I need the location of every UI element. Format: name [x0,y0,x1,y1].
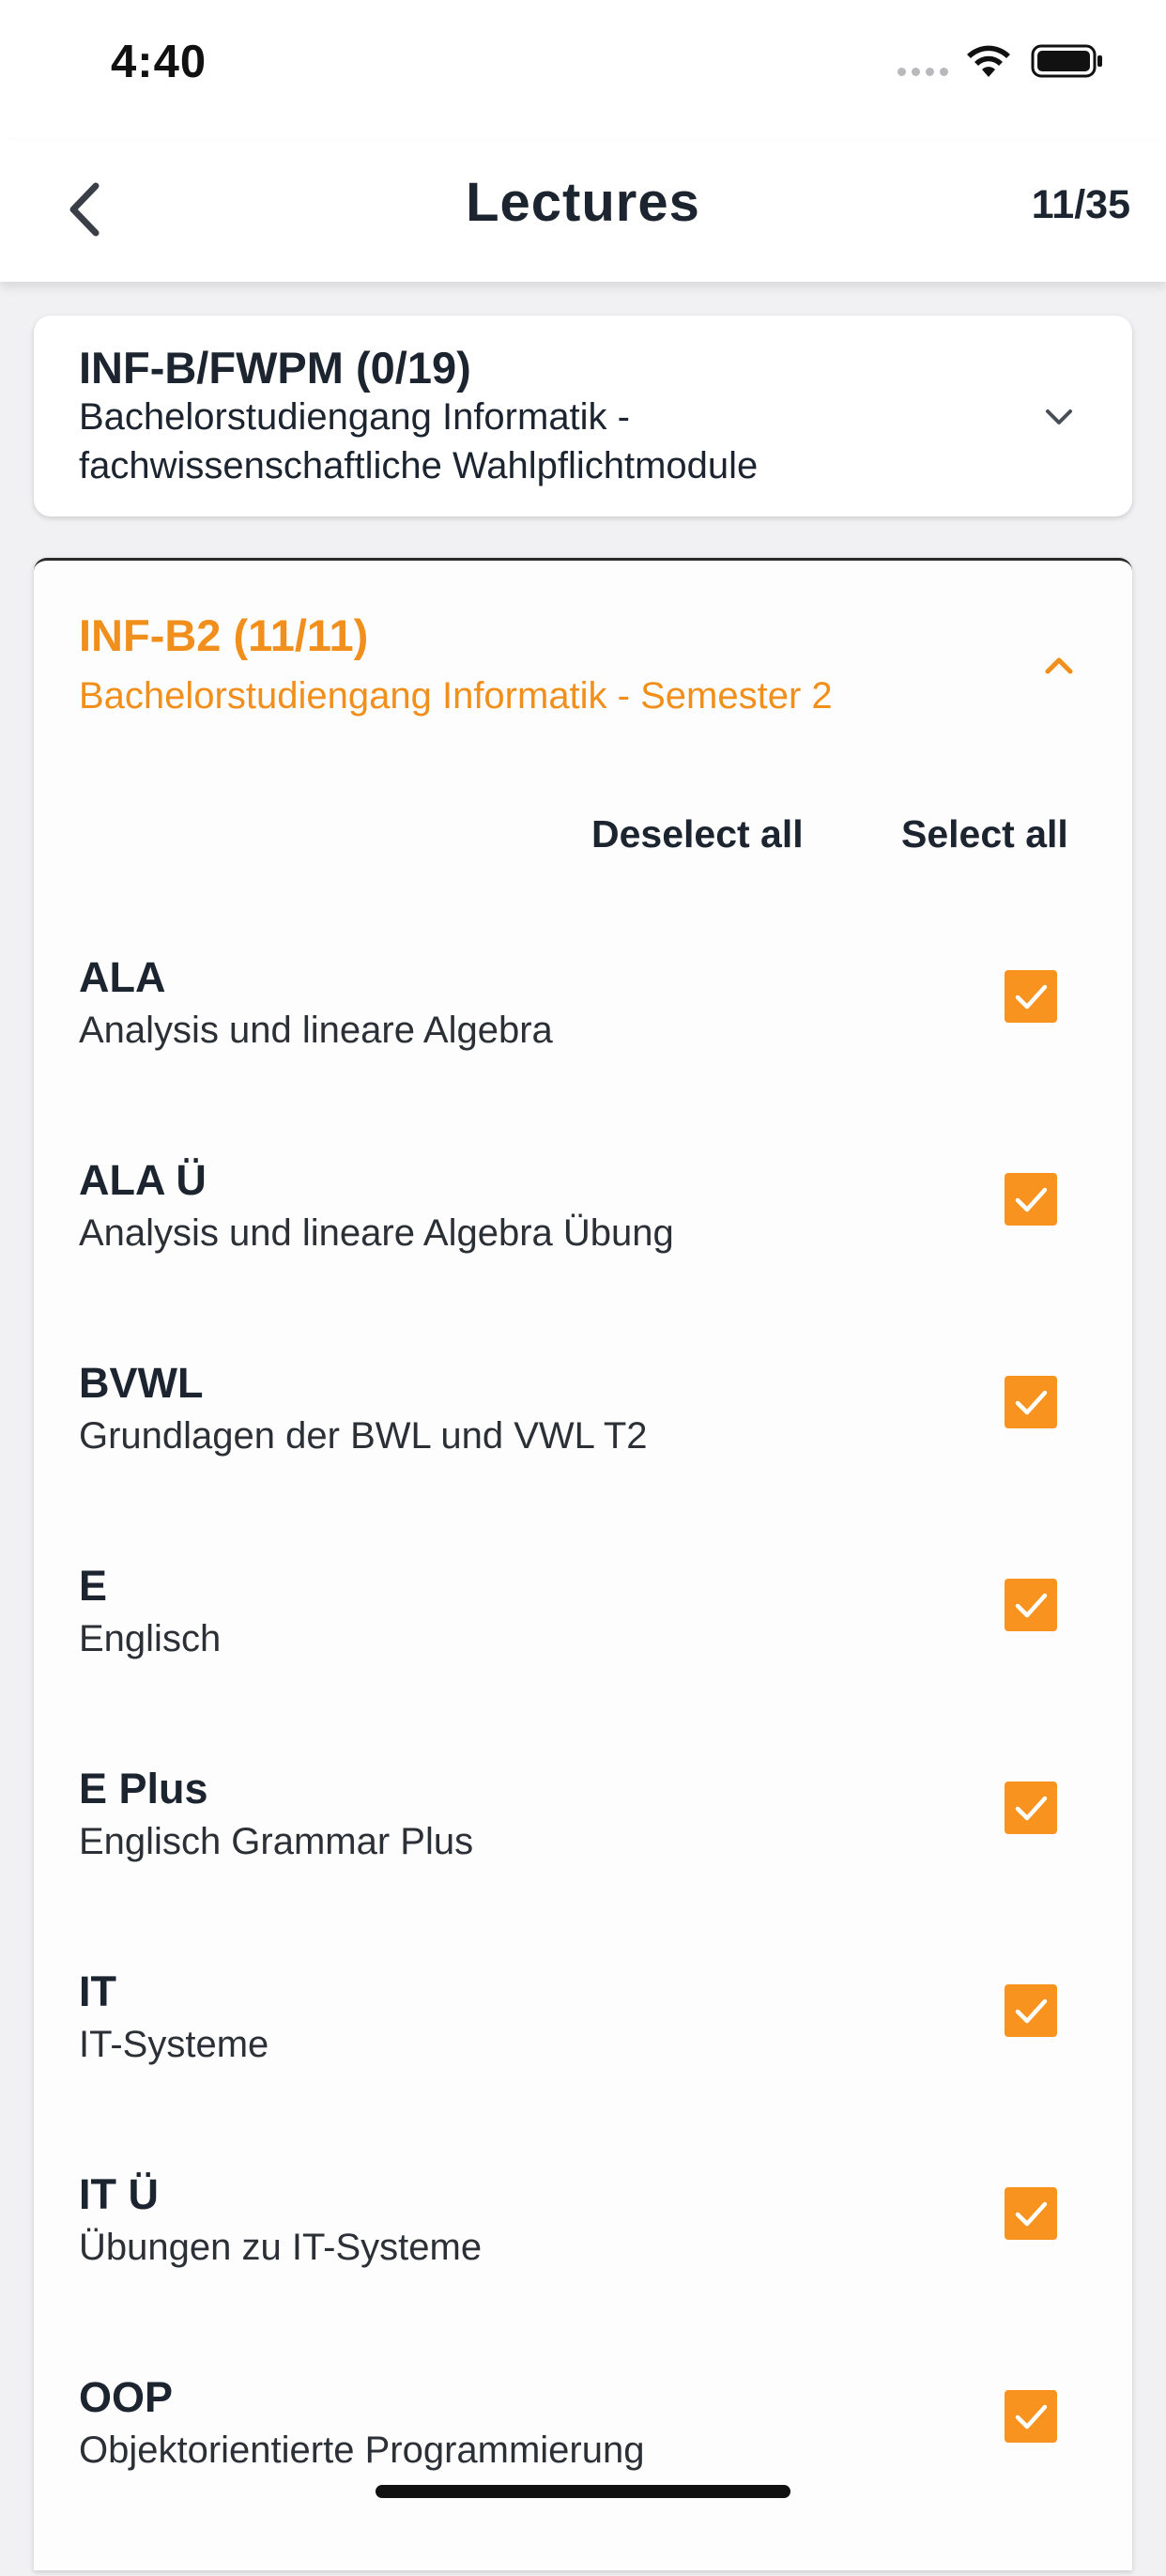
lecture-checkbox[interactable] [1005,970,1057,1023]
checkmark-icon [1015,1998,1048,2024]
battery-icon [1031,44,1102,78]
group-title[interactable]: INF-B2 (11/11) [79,609,368,661]
checkmark-icon [1015,1796,1048,1821]
wifi-icon [967,45,1010,77]
checkmark-icon [1015,1593,1048,1618]
lecture-checkbox[interactable] [1005,1376,1057,1428]
checkmark-icon [1015,1390,1048,1415]
lecture-row[interactable]: IT IT-Systeme [34,1967,1132,2170]
status-time: 4:40 [111,37,207,87]
lecture-code: BVWL [79,1359,204,1407]
lecture-row[interactable]: BVWL Grundlagen der BWL und VWL T2 [34,1359,1132,1562]
group-card-inf-b2: INF-B2 (11/11) Bachelorstudiengang Infor… [34,558,1132,2570]
group-title: INF-B/FWPM (0/19) [79,343,471,393]
lecture-name: Übungen zu IT-Systeme [79,2227,483,2268]
lecture-code: IT [79,1967,116,2015]
lecture-name: Grundlagen der BWL und VWL T2 [79,1415,648,1457]
lecture-row[interactable]: IT Ü Übungen zu IT-Systeme [34,2170,1132,2373]
checkmark-icon [1015,2201,1048,2227]
lecture-row[interactable]: ALA Analysis und lineare Algebra [34,953,1132,1156]
checkmark-icon [1015,2404,1048,2429]
selection-counter: 11/35 [1031,182,1130,227]
lecture-row[interactable]: ALA Ü Analysis und lineare Algebra Übung [34,1156,1132,1359]
lecture-code: E [79,1562,108,1610]
lecture-code: IT Ü [79,2170,159,2218]
page-title: Lectures [466,172,700,233]
lecture-code: ALA Ü [79,1156,207,1204]
chevron-down-icon[interactable] [1031,389,1087,445]
lecture-code: E Plus [79,1765,208,1812]
deselect-all-button[interactable]: Deselect all [591,812,804,856]
lecture-name: Analysis und lineare Algebra [79,1010,553,1051]
lecture-code: ALA [79,953,166,1001]
lecture-row[interactable]: E Plus Englisch Grammar Plus [34,1765,1132,1967]
select-all-button[interactable]: Select all [901,812,1068,856]
lecture-name: Analysis und lineare Algebra Übung [79,1212,674,1254]
chevron-up-icon[interactable] [1031,638,1087,694]
lecture-checkbox[interactable] [1005,1984,1057,2037]
group-card-inf-b-fwpm[interactable]: INF-B/FWPM (0/19) Bachelorstudiengang In… [34,316,1132,517]
lecture-name: Objektorientierte Programmierung [79,2429,645,2471]
navigation-bar: Lectures 11/35 [0,141,1166,282]
checkmark-icon [1015,984,1048,1010]
group-description: Bachelorstudiengang Informatik - fachwis… [79,396,759,486]
home-indicator [376,2485,790,2498]
lecture-row[interactable]: OOP Objektorientierte Programmierung [34,2373,1132,2576]
cellular-signal-icon [898,68,948,76]
lecture-checkbox[interactable] [1005,1579,1057,1631]
lecture-name: Englisch [79,1618,222,1659]
lecture-checkbox[interactable] [1005,2187,1057,2240]
lecture-name: Englisch Grammar Plus [79,1821,474,1862]
group-description: Bachelorstudiengang Informatik - Semeste… [79,675,833,717]
checkmark-icon [1015,1187,1048,1212]
lecture-checkbox[interactable] [1005,1782,1057,1834]
lecture-checkbox[interactable] [1005,2390,1057,2443]
status-bar: 4:40 [0,0,1166,141]
lecture-name: IT-Systeme [79,2024,269,2065]
lecture-checkbox[interactable] [1005,1173,1057,1226]
lecture-row[interactable]: E Englisch [34,1562,1132,1765]
lecture-code: OOP [79,2373,174,2421]
